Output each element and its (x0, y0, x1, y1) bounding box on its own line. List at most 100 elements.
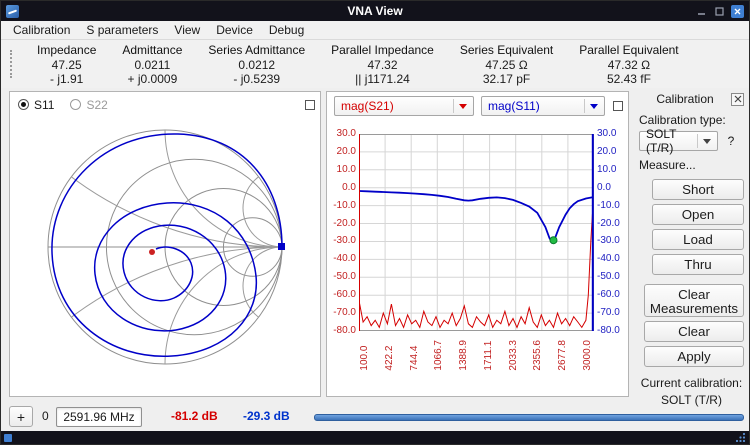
readout-label: Series Equivalent (460, 43, 553, 58)
readout-label: Impedance (37, 43, 96, 58)
trace2-select[interactable]: mag(S11) (481, 96, 605, 116)
marker-frequency-slider[interactable] (314, 414, 744, 421)
readout-label: Parallel Equivalent (579, 43, 678, 58)
y-tick-label: -30.0 (333, 235, 356, 247)
readout-label: Admittance (122, 43, 182, 58)
y-tick-label: -40.0 (333, 253, 356, 265)
x-tick-label: 2033.3 (508, 340, 520, 371)
smith-marker-dot (149, 249, 155, 255)
x-tick-label: 744.4 (409, 340, 421, 371)
menu-item[interactable]: Calibration (5, 21, 78, 40)
s22-radio-circle[interactable] (70, 99, 81, 110)
readout-toolbar: Impedance 47.25 - j1.91 Admittance 0.021… (1, 40, 749, 88)
y-tick-label: -10.0 (333, 200, 356, 212)
clear-button[interactable]: Clear (644, 321, 744, 342)
menu-item[interactable]: Device (208, 21, 261, 40)
device-status-icon (4, 434, 12, 442)
chevron-down-icon (590, 104, 598, 109)
measure-button[interactable]: Short (652, 179, 744, 200)
combo-separator (584, 99, 585, 113)
resize-grip-icon[interactable] (736, 431, 746, 445)
clear-measurements-button[interactable]: Clear Measurements (644, 284, 744, 317)
y-tick-label: 0.0 (342, 182, 356, 194)
main-area: S11 S22 (1, 88, 749, 401)
sidebar-title: Calibration (639, 92, 731, 106)
s11-smith-trace (52, 134, 282, 356)
y-tick-label: -50.0 (333, 271, 356, 283)
title-bar[interactable]: VNA View (1, 1, 749, 21)
smith-undock-icon[interactable] (305, 100, 315, 110)
maximize-button[interactable] (713, 5, 726, 18)
measure-button[interactable]: Load (652, 229, 744, 250)
x-tick-label: 100.0 (359, 340, 371, 371)
readout-label: Parallel Impedance (331, 43, 434, 58)
smith-chart[interactable] (10, 114, 320, 394)
graph-undock-icon[interactable] (613, 101, 623, 111)
x-tick-label: 1066.7 (433, 340, 445, 371)
menu-item[interactable]: View (166, 21, 208, 40)
y-tick-label: -20.0 (597, 218, 620, 230)
x-tick-label: 2355.6 (532, 340, 544, 371)
add-marker-button[interactable]: + (9, 406, 33, 427)
readout-value-1: 47.32 (331, 58, 434, 72)
status-bar (1, 431, 749, 444)
readout-group: Parallel Impedance 47.32 || j1171.24 (318, 43, 447, 86)
calibration-type-value: SOLT (T/R) (646, 127, 697, 155)
y-tick-label: 0.0 (597, 182, 611, 194)
sidebar-close-icon[interactable] (731, 93, 744, 106)
calibration-sidebar: Calibration Calibration type: SOLT (T/R)… (634, 89, 747, 400)
minimize-button[interactable] (695, 5, 708, 18)
combo-separator (697, 134, 698, 148)
apply-button[interactable]: Apply (644, 346, 744, 367)
trace1-select[interactable]: mag(S21) (334, 96, 474, 116)
chevron-down-icon (459, 104, 467, 109)
y-tick-label: 30.0 (597, 128, 616, 140)
readout-value-1: 0.0211 (122, 58, 182, 72)
vna-view-window: VNA View Calibration S parameters View D… (0, 0, 750, 445)
measure-button[interactable]: Thru (652, 254, 744, 275)
y-tick-label: -80.0 (333, 325, 356, 337)
readout-value-2: 52.43 fF (579, 72, 678, 86)
trace2-select-value: mag(S11) (488, 99, 540, 113)
measure-label: Measure... (639, 158, 744, 172)
menu-item[interactable]: Debug (261, 21, 312, 40)
x-axis-labels: 100.0422.2744.41066.71388.91711.12033.32… (359, 340, 594, 371)
close-button[interactable] (731, 5, 744, 18)
x-tick-label: 1711.1 (483, 340, 495, 371)
y-tick-label: -70.0 (597, 307, 620, 319)
s11-radio[interactable]: S11 (18, 98, 54, 112)
marker-index: 0 (42, 401, 49, 432)
s11-radio-circle[interactable] (18, 99, 29, 110)
current-calibration-label: Current calibration: (639, 376, 744, 390)
readout-group: Series Equivalent 47.25 Ω 32.17 pF (447, 43, 566, 86)
marker-frequency-field[interactable]: 2591.96 MHz (56, 407, 142, 427)
s22-radio[interactable]: S22 (70, 98, 107, 112)
readout-value-2: + j0.0009 (122, 72, 182, 86)
magnitude-plot[interactable] (359, 134, 594, 331)
s22-radio-label: S22 (86, 98, 107, 112)
help-button[interactable]: ? (723, 133, 739, 149)
x-tick-label: 3000.0 (582, 340, 594, 371)
readout-value-1: 47.25 (37, 58, 96, 72)
toolbar-drag-handle[interactable] (10, 50, 14, 78)
y-tick-label: -40.0 (597, 253, 620, 265)
marker-s21-value: -81.2 dB (171, 401, 218, 432)
readout-value-2: - j0.5239 (208, 72, 305, 86)
chevron-down-icon (703, 139, 711, 144)
y-tick-label: -80.0 (597, 325, 620, 337)
marker-bar: + 0 2591.96 MHz -81.2 dB -29.3 dB (1, 401, 749, 433)
marker-dot[interactable] (550, 237, 557, 244)
readout-group: Series Admittance 0.0212 - j0.5239 (195, 43, 318, 86)
smith-start-marker (278, 243, 285, 250)
x-tick-label: 2677.8 (557, 340, 569, 371)
measure-button[interactable]: Open (652, 204, 744, 225)
y-tick-label: -60.0 (597, 289, 620, 301)
y-tick-label: -10.0 (597, 200, 620, 212)
marker-s11-value: -29.3 dB (243, 401, 290, 432)
readout-group: Admittance 0.0211 + j0.0009 (109, 43, 195, 86)
plot-background (359, 134, 594, 331)
calibration-type-select[interactable]: SOLT (T/R) (639, 131, 718, 151)
menu-item[interactable]: S parameters (78, 21, 166, 40)
readout-value-2: - j1.91 (37, 72, 96, 86)
readout-group: Parallel Equivalent 47.32 Ω 52.43 fF (566, 43, 691, 86)
